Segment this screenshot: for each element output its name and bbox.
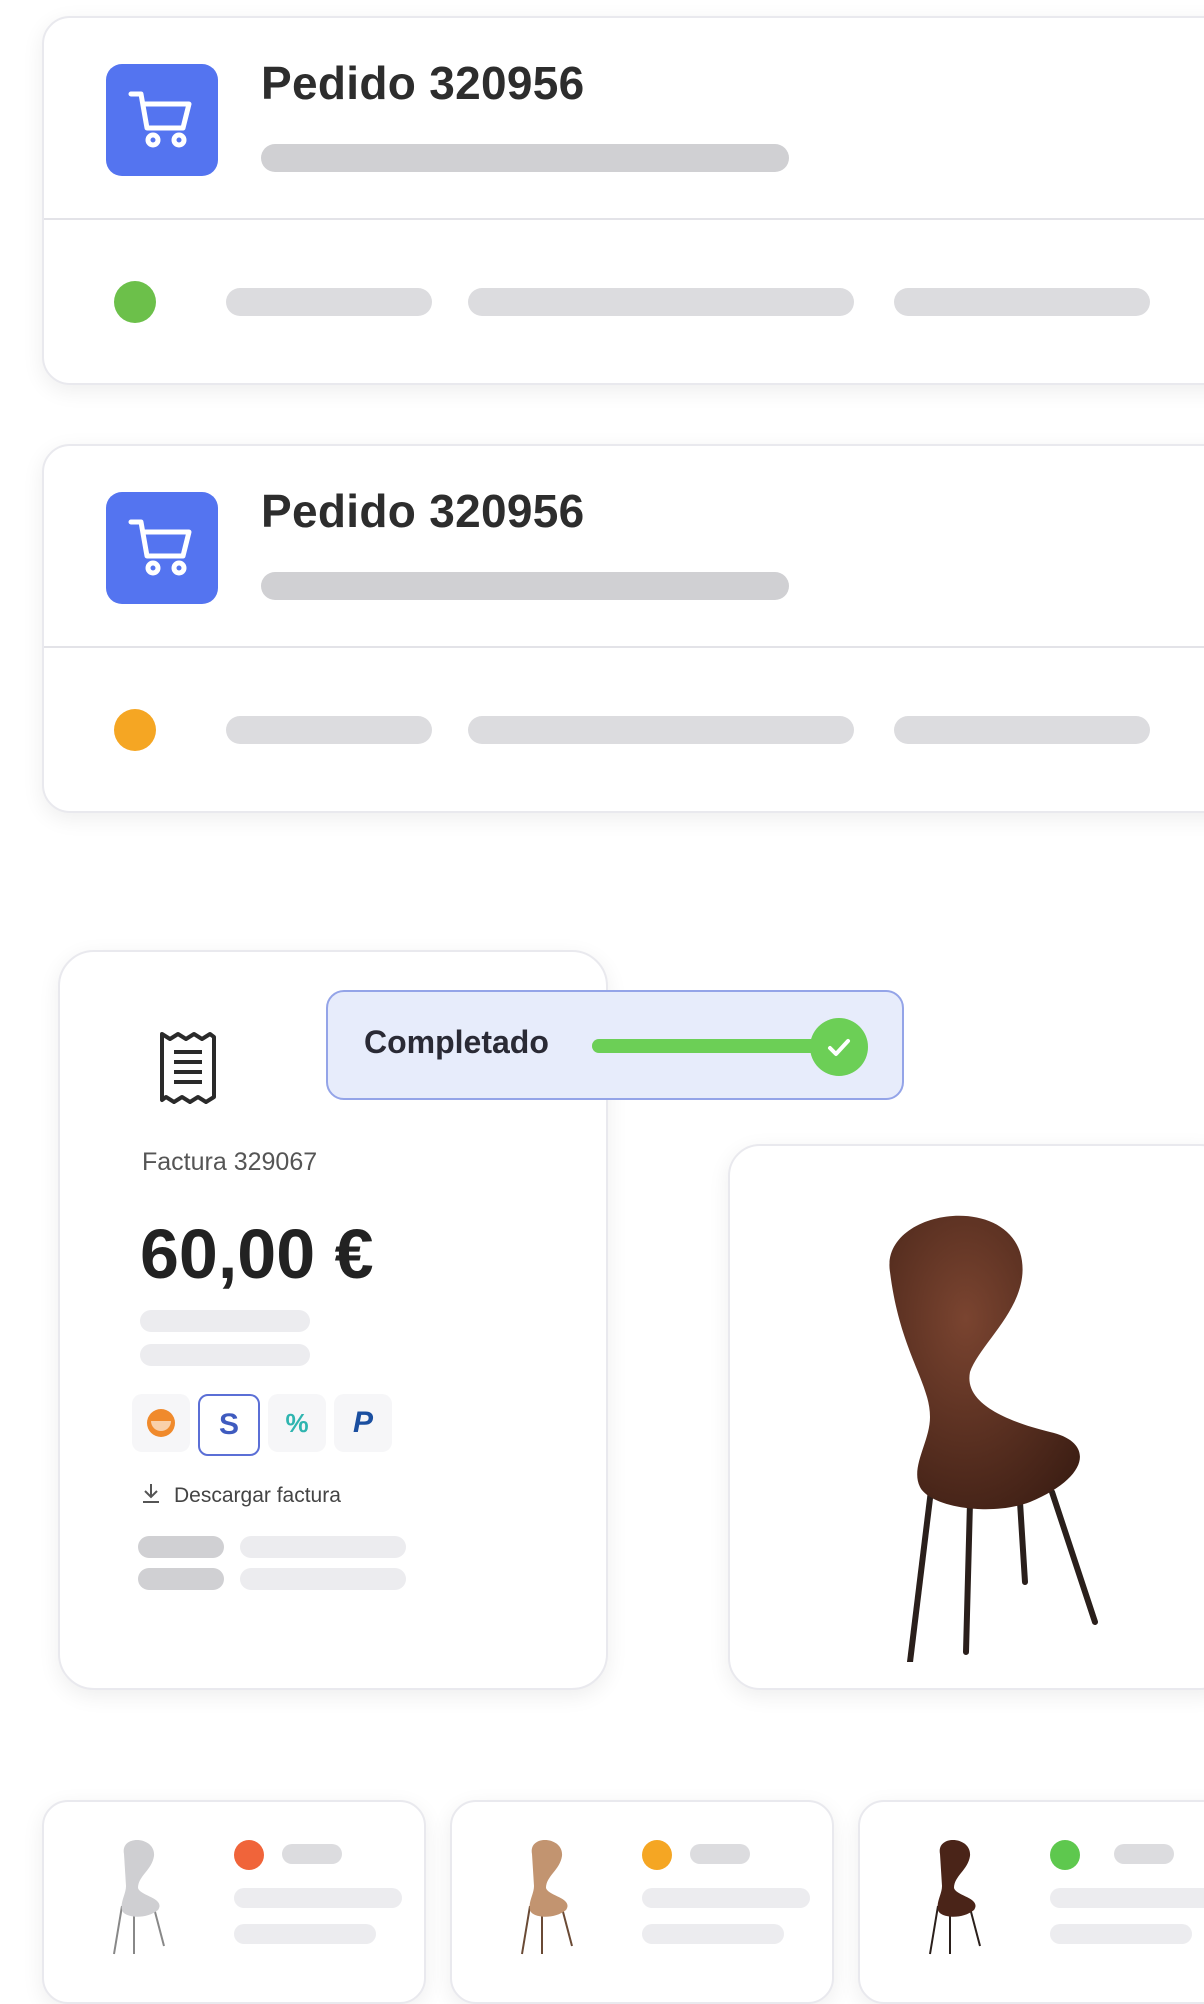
chair-image [889, 1215, 1098, 1662]
text-placeholder [138, 1536, 224, 1558]
stripe-icon[interactable]: S [198, 1394, 260, 1456]
text-placeholder [642, 1924, 784, 1944]
text-placeholder [642, 1888, 810, 1908]
text-placeholder [1050, 1924, 1192, 1944]
chair-thumbnail [929, 1839, 981, 1955]
sequra-icon[interactable]: % [268, 1394, 326, 1452]
variant-card[interactable] [42, 1800, 426, 2004]
download-icon [140, 1482, 162, 1510]
cart-icon [106, 492, 218, 604]
klarna-icon[interactable] [132, 1394, 190, 1452]
text-placeholder [240, 1568, 406, 1590]
variant-status-dot [234, 1840, 264, 1870]
invoice-amount: 60,00 € [140, 1215, 374, 1293]
invoice-number: Factura 329067 [142, 1148, 318, 1176]
status-dot [114, 281, 156, 323]
order-subtitle-placeholder [261, 572, 789, 600]
order-card[interactable]: Pedido 320956 [42, 16, 1204, 385]
text-placeholder [690, 1844, 750, 1864]
status-dot [114, 709, 156, 751]
status-badge: Completado [326, 990, 904, 1100]
order-subtitle-placeholder [261, 144, 789, 172]
text-placeholder [1114, 1844, 1174, 1864]
variant-card[interactable] [450, 1800, 834, 2004]
detail-placeholder [894, 288, 1150, 316]
detail-placeholder [468, 716, 854, 744]
detail-placeholder [468, 288, 854, 316]
payment-methods: S % P [132, 1394, 392, 1456]
text-placeholder [282, 1844, 342, 1864]
detail-placeholder [894, 716, 1150, 744]
paypal-icon[interactable]: P [334, 1394, 392, 1452]
text-placeholder [140, 1344, 310, 1366]
variant-card[interactable] [858, 1800, 1204, 2004]
chair-thumbnail [521, 1839, 573, 1955]
detail-placeholder [226, 716, 432, 744]
chair-thumbnail [113, 1839, 165, 1955]
product-card[interactable] [728, 1144, 1204, 1690]
detail-placeholder [226, 288, 432, 316]
text-placeholder [234, 1888, 402, 1908]
download-invoice-link[interactable]: Descargar factura [140, 1482, 341, 1510]
variant-status-dot [642, 1840, 672, 1870]
cart-icon [106, 64, 218, 176]
download-label: Descargar factura [174, 1484, 341, 1507]
text-placeholder [240, 1536, 406, 1558]
order-header: Pedido 320956 [44, 446, 1204, 648]
receipt-icon [158, 1030, 218, 1109]
check-icon [810, 1018, 868, 1076]
text-placeholder [140, 1310, 310, 1332]
order-header: Pedido 320956 [44, 18, 1204, 220]
text-placeholder [1050, 1888, 1204, 1908]
status-label: Completado [364, 1024, 549, 1060]
order-title: Pedido 320956 [261, 485, 585, 537]
order-title: Pedido 320956 [261, 57, 585, 109]
text-placeholder [138, 1568, 224, 1590]
text-placeholder [234, 1924, 376, 1944]
order-card[interactable]: Pedido 320956 [42, 444, 1204, 813]
variant-status-dot [1050, 1840, 1080, 1870]
